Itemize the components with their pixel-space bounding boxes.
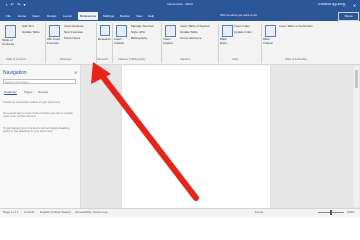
research-icon[interactable] xyxy=(100,25,110,36)
navigation-pane xyxy=(0,65,81,208)
insert-footnote-button[interactable]: AB¹ Insert Footnote xyxy=(47,37,62,45)
share-button[interactable]: Share xyxy=(338,12,359,21)
tab-help[interactable]: Help xyxy=(146,12,156,20)
insert-caption-button[interactable]: Insert Caption xyxy=(163,37,177,45)
group-label-index: Index xyxy=(232,58,239,61)
navigation-hint: Create an interactive outline of your do… xyxy=(3,100,61,104)
insert-citation-icon[interactable] xyxy=(116,25,127,37)
ribbon-tabs: File Home Insert Design Layout Reference… xyxy=(0,11,360,21)
group-divider xyxy=(218,23,219,63)
group-label-captions: Captions xyxy=(180,58,191,61)
zoom-level[interactable]: 100% xyxy=(347,210,355,214)
nav-tab-pages[interactable]: Pages xyxy=(24,90,33,94)
tab-references[interactable]: References xyxy=(78,12,99,20)
group-divider xyxy=(45,23,46,63)
tab-layout[interactable]: Layout xyxy=(61,12,74,20)
status-accessibility[interactable]: Accessibility: Good to go xyxy=(75,210,108,214)
zoom-slider-thumb[interactable] xyxy=(330,210,332,215)
tab-mailings[interactable]: Mailings xyxy=(101,12,116,20)
minimize-icon[interactable]: ─ xyxy=(330,1,339,10)
insert-caption-icon[interactable] xyxy=(165,25,176,37)
manage-sources-button[interactable]: Manage Sources xyxy=(131,24,154,28)
navigation-title: Navigation xyxy=(3,70,27,76)
group-label-citations: Citations & Bibliography xyxy=(118,58,146,61)
table-of-contents-icon[interactable] xyxy=(5,25,16,38)
tab-view[interactable]: View xyxy=(134,12,144,20)
tab-home[interactable]: Home xyxy=(16,12,28,20)
group-divider xyxy=(112,23,113,63)
update-index-button[interactable]: Update Index xyxy=(234,30,252,34)
bibliography-button[interactable]: Bibliography xyxy=(131,36,148,40)
show-notes-button[interactable]: Show Notes xyxy=(64,36,80,40)
close-icon[interactable]: ✕ xyxy=(350,1,359,10)
group-label-toc: Table of Contents xyxy=(6,58,27,61)
tab-insert[interactable]: Insert xyxy=(30,12,42,20)
table-of-contents-button[interactable]: Table of Contents xyxy=(2,38,20,46)
mark-citation-icon[interactable] xyxy=(265,25,276,37)
maximize-icon[interactable]: □ xyxy=(340,1,349,10)
insert-table-of-figures-button[interactable]: Insert Table of Figures xyxy=(180,24,210,28)
mark-entry-icon[interactable] xyxy=(222,25,233,37)
group-label-research: Research xyxy=(97,58,109,61)
navigation-hint: It's a great way to keep track of where … xyxy=(3,111,73,119)
tell-me-search[interactable]: Tell me what you want to do xyxy=(220,13,257,17)
insert-table-of-authorities-button[interactable]: Insert Table of Authorities xyxy=(279,24,313,28)
add-text-button[interactable]: Add Text xyxy=(22,24,34,28)
navigation-close-icon[interactable]: ✕ xyxy=(74,70,77,75)
navigation-hint: To get started, go to the Home tab and a… xyxy=(3,126,70,134)
tab-design[interactable]: Design xyxy=(45,12,58,20)
citation-style-select[interactable]: Style: APA xyxy=(131,30,145,34)
mark-entry-button[interactable]: Mark Entry xyxy=(220,37,232,45)
insert-footnote-icon[interactable] xyxy=(49,25,60,37)
group-label-authorities: Table of Authorities xyxy=(285,58,307,61)
scrollbar-thumb[interactable] xyxy=(355,70,358,88)
status-focus[interactable]: Focus xyxy=(255,210,263,214)
navigation-search-input[interactable]: Search document xyxy=(3,79,76,84)
group-label-footnotes: Footnotes xyxy=(60,58,72,61)
status-page-count[interactable]: Page 1 of 1 xyxy=(3,210,18,214)
group-divider xyxy=(161,23,162,63)
group-divider xyxy=(96,23,97,63)
document-page[interactable] xyxy=(122,65,270,208)
nav-tab-results[interactable]: Results xyxy=(38,90,48,94)
insert-citation-button[interactable]: Insert Citation xyxy=(114,37,128,45)
status-language[interactable]: English (United States) xyxy=(40,210,71,214)
cross-reference-button[interactable]: Cross-reference xyxy=(180,36,202,40)
insert-index-button[interactable]: Insert Index xyxy=(234,24,250,28)
nav-tab-headings[interactable]: Headings xyxy=(4,90,17,95)
research-button[interactable]: Research xyxy=(98,37,111,41)
tab-review[interactable]: Review xyxy=(118,12,132,20)
update-table-figures-button[interactable]: Update Table xyxy=(180,30,198,34)
window-title: Document1 - Word xyxy=(167,2,193,6)
group-divider xyxy=(261,23,262,63)
mark-citation-button[interactable]: Mark Citation xyxy=(263,37,277,45)
status-word-count[interactable]: 0 words xyxy=(24,210,35,214)
tab-file[interactable]: File xyxy=(4,12,13,20)
update-table-button[interactable]: Update Table xyxy=(22,30,40,34)
insert-endnote-button[interactable]: Insert Endnote xyxy=(64,24,84,28)
next-footnote-button[interactable]: Next Footnote xyxy=(64,30,83,34)
